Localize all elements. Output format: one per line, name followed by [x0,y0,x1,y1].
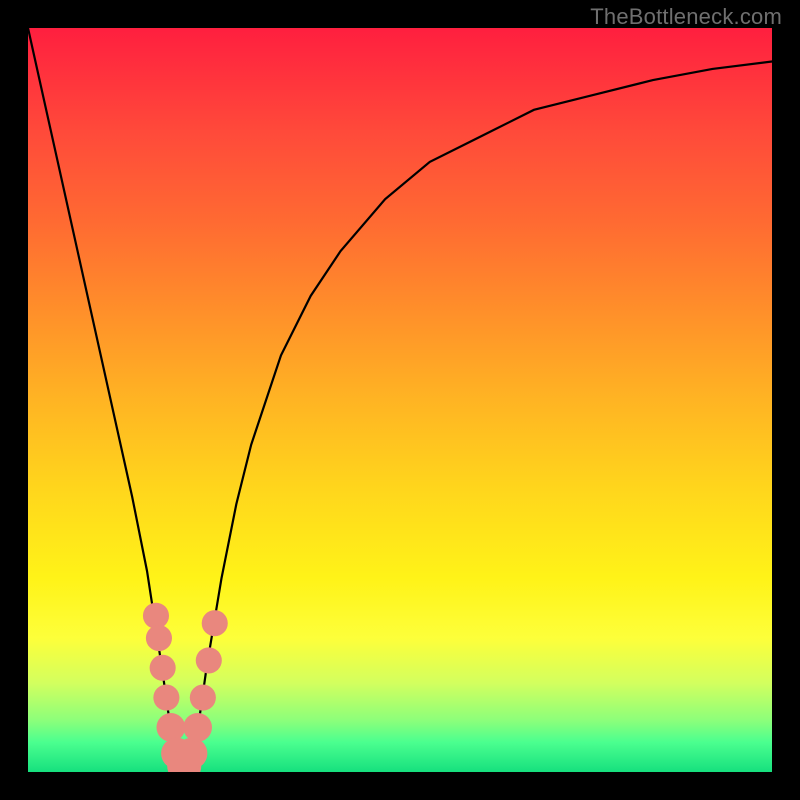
data-marker [196,647,222,673]
data-marker [146,625,172,651]
data-marker [153,685,179,711]
data-marker [150,655,176,681]
plot-area [28,28,772,772]
data-marker [190,685,216,711]
data-marker [156,713,185,742]
curve-layer [28,28,772,772]
bottleneck-curve [28,28,772,772]
data-marker [183,713,212,742]
chart-frame: TheBottleneck.com [0,0,800,800]
data-marker [176,738,207,769]
watermark-text: TheBottleneck.com [590,4,782,30]
data-marker [202,610,228,636]
marker-layer [143,603,228,772]
data-marker [143,603,169,629]
